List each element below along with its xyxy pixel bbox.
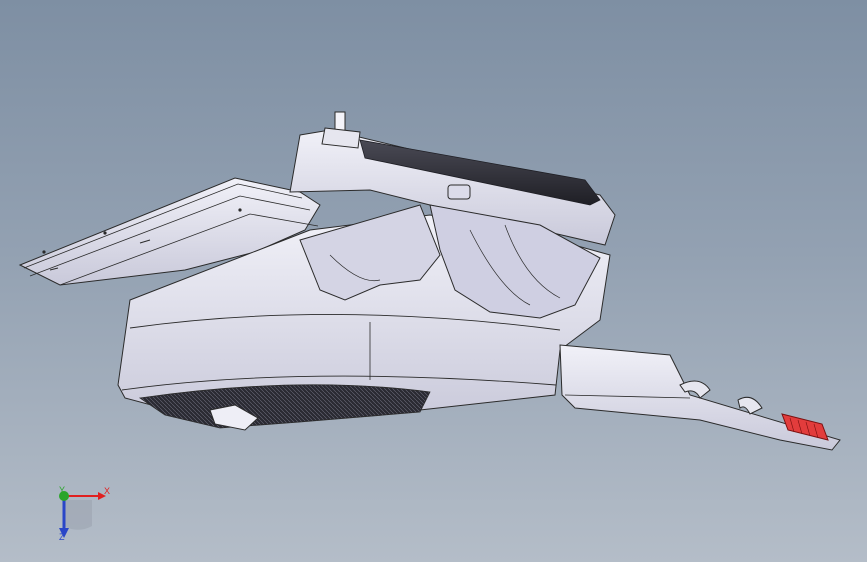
orientation-triad: X Y Z [44, 482, 124, 546]
x-axis-label: X [104, 486, 111, 496]
right-tab [559, 344, 841, 451]
y-axis-label: Y [59, 485, 66, 495]
graphics-viewport[interactable]: X Y Z [0, 0, 867, 562]
cad-part-model[interactable] [0, 0, 867, 562]
z-axis-label: Z [59, 532, 65, 542]
triad-axes-icon [59, 491, 106, 538]
